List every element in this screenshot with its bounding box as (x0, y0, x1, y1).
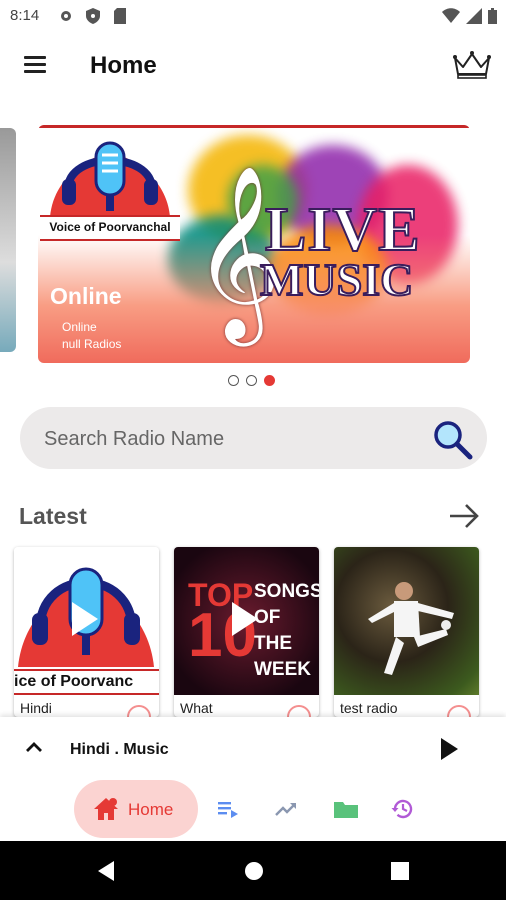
card-title: test radio (340, 700, 398, 716)
radio-logo-label: Voice of Poorvanchal (40, 215, 180, 241)
favorite-icon[interactable] (127, 705, 151, 717)
search-icon[interactable] (430, 417, 474, 461)
status-bar: 8:14 (0, 0, 506, 32)
thumb-line-3: WEEK (254, 659, 311, 680)
thumb-line-1: SONGS (254, 581, 319, 602)
nav-home-label: Home (128, 800, 174, 819)
banner-radio-count: null Radios (62, 337, 122, 351)
card-thumbnail: ice of Poorvanc (14, 547, 159, 695)
trending-icon[interactable] (274, 797, 298, 821)
latest-card-1[interactable]: ice of Poorvanc Hindi (14, 547, 159, 717)
arrow-right-icon[interactable] (448, 503, 480, 529)
search-input[interactable] (42, 421, 426, 457)
footballer-image (368, 582, 454, 675)
settings-icon (61, 11, 71, 21)
favorite-icon[interactable] (447, 705, 471, 717)
latest-card-3[interactable]: test radio (334, 547, 479, 717)
sd-card-icon (114, 8, 126, 24)
favorite-icon[interactable] (287, 705, 311, 717)
latest-card-2[interactable]: TOP 10 SONGS OF THE WEEK What (174, 547, 319, 717)
home-nav-icon[interactable] (244, 861, 264, 881)
card-title: What (180, 700, 213, 716)
radio-logo: Voice of Poorvanchal (40, 131, 180, 241)
banner-headline-music: MUSIC (259, 253, 414, 306)
play-icon[interactable] (72, 602, 98, 636)
card-thumbnail (334, 547, 479, 695)
carousel-dot-2[interactable] (246, 375, 257, 386)
home-icon (94, 798, 118, 820)
back-icon[interactable] (96, 861, 116, 881)
card-thumbnail-label: ice of Poorvanc (14, 669, 159, 695)
carousel-dot-3[interactable] (264, 375, 275, 386)
featured-banner[interactable]: Voice of Poorvanchal 𝄞 LIVE MUSIC Online… (38, 125, 470, 363)
latest-section-title: Latest (19, 503, 87, 529)
page-title: Home (90, 52, 157, 79)
status-time: 8:14 (10, 7, 40, 24)
carousel-prev-slide[interactable] (0, 128, 16, 352)
recents-icon[interactable] (391, 862, 409, 880)
play-button-icon[interactable] (441, 738, 458, 760)
playlist-icon[interactable] (216, 797, 240, 821)
banner-subtitle: Online (62, 320, 97, 334)
shield-icon (86, 8, 100, 24)
search-bar[interactable] (20, 407, 487, 469)
history-icon[interactable] (391, 797, 415, 821)
folder-icon[interactable] (333, 797, 359, 821)
crown-premium-icon[interactable] (452, 50, 492, 80)
carousel-dot-1[interactable] (228, 375, 239, 386)
battery-icon (488, 8, 497, 24)
card-thumbnail: TOP 10 SONGS OF THE WEEK (174, 547, 319, 695)
chevron-up-icon[interactable] (25, 741, 43, 753)
banner-status: Online (50, 283, 122, 309)
play-icon[interactable] (232, 602, 258, 636)
cell-signal-icon (466, 8, 482, 24)
card-title: Hindi (20, 700, 52, 716)
thumb-line-2: OF THE (254, 607, 292, 654)
now-playing-title: Hindi . Music (70, 741, 169, 758)
wifi-icon (442, 8, 460, 23)
menu-icon[interactable] (24, 56, 46, 74)
